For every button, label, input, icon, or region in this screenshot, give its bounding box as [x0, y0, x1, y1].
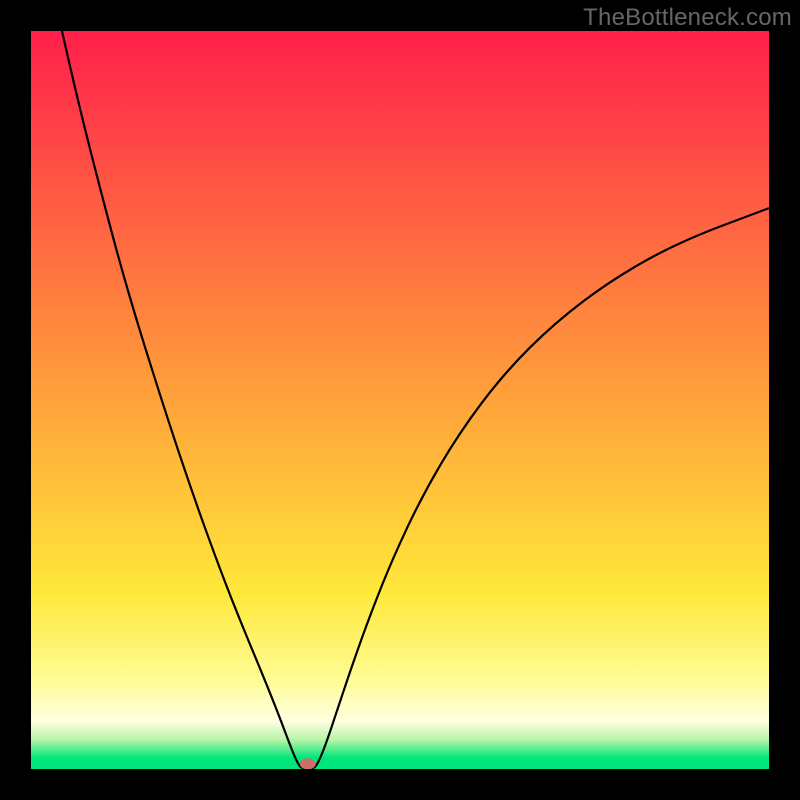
plot-svg: [31, 31, 769, 769]
gradient-background: [31, 31, 769, 769]
watermark-text: TheBottleneck.com: [583, 4, 792, 32]
plot-area: [31, 31, 769, 769]
chart-frame: TheBottleneck.com: [0, 0, 800, 800]
optimum-marker: [300, 758, 316, 769]
